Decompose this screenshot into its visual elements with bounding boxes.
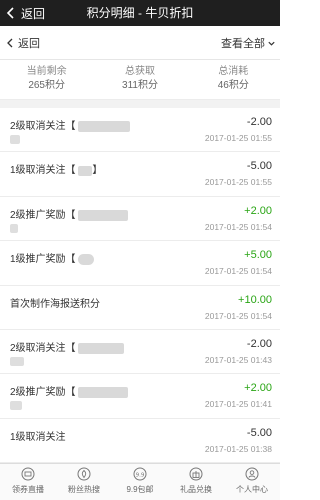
summary-value: 311积分 (122, 80, 158, 91)
record-amount: -2.00 (246, 337, 272, 350)
summary-remaining: 当前剩余 265积分 (0, 60, 93, 99)
record-amount: +2.00 (244, 382, 272, 395)
tab-fan-hot-search[interactable]: 粉丝热搜 (56, 464, 112, 500)
record-desc-wrap: 2级推广奖励【 (10, 206, 129, 221)
record-description: 1级取消关注【 (10, 165, 76, 177)
list-item[interactable]: 2级推广奖励【 +2.00 2017-01-25 01:54 (0, 196, 280, 242)
record-time: 2017-01-25 01:54 (204, 310, 272, 321)
record-description: 2级取消关注【 (10, 342, 76, 354)
summary-label: 总消耗 (218, 66, 249, 77)
summary-value: 265积分 (28, 80, 65, 91)
tab-label: 领券直播 (12, 485, 44, 494)
points-record-list: 2级取消关注【 -2.00 2017-01-25 01:55 1级取消关注【 】… (0, 108, 280, 464)
summary-value: 46积分 (217, 80, 249, 91)
record-amount: +10.00 (238, 293, 272, 306)
tab-label: 个人中心 (236, 485, 268, 494)
summary-spent: 总消耗 46积分 (187, 60, 280, 99)
record-amount: +2.00 (244, 204, 272, 217)
svg-text:9.9: 9.9 (136, 472, 145, 478)
back-button[interactable]: 返回 (0, 0, 60, 26)
redacted-name (78, 120, 131, 132)
redacted-name (78, 254, 95, 266)
list-item[interactable]: 首次制作海报送积分 +10.00 2017-01-25 01:54 (0, 285, 280, 330)
redacted-name (10, 356, 24, 366)
title-bar: 返回 积分明细 - 牛贝折扣 (0, 0, 280, 26)
list-item[interactable]: 2级取消关注【 -2.00 2017-01-25 01:55 (0, 108, 280, 153)
redacted-name (78, 342, 125, 354)
record-desc-wrap: 2级取消关注【 (10, 117, 131, 132)
record-time: 2017-01-25 01:41 (204, 399, 272, 410)
tab-label: 9.9包邮 (126, 485, 154, 494)
bottom-tab-bar: 领券直播 粉丝热搜 9.9 9.9包邮 礼品兑换 个人中心 (0, 463, 280, 500)
gift-icon (189, 467, 203, 481)
list-item[interactable]: 1级取消关注【 】 -5.00 2017-01-25 01:55 (0, 152, 280, 197)
view-all-dropdown[interactable]: 查看全部 (221, 26, 276, 60)
tab-personal-center[interactable]: 个人中心 (224, 464, 280, 500)
redacted-name (10, 135, 20, 144)
user-icon (245, 467, 259, 481)
view-all-label: 查看全部 (221, 38, 265, 50)
tab-label: 礼品兑换 (180, 485, 212, 494)
record-time: 2017-01-25 01:54 (204, 221, 272, 232)
back-arrow-icon (6, 7, 14, 19)
redacted-name (78, 209, 129, 221)
chevron-left-icon (7, 38, 13, 48)
record-desc-wrap: 2级取消关注【 (10, 339, 125, 354)
record-amount: -5.00 (246, 160, 272, 173)
back-label: 返回 (21, 6, 46, 21)
points-summary: 当前剩余 265积分 总获取 311积分 总消耗 46积分 (0, 60, 280, 100)
record-description: 2级推广奖励【 (10, 209, 76, 221)
sub-back-label: 返回 (18, 38, 40, 50)
record-desc-wrap: 2级推广奖励【 (10, 383, 129, 399)
summary-earned: 总获取 311积分 (93, 60, 186, 99)
shipping-icon: 9.9 (133, 467, 147, 481)
record-time: 2017-01-25 01:43 (204, 354, 272, 365)
redacted-name (10, 401, 22, 411)
list-item[interactable]: 2级取消关注【 -2.00 2017-01-25 01:43 (0, 329, 280, 375)
record-description: 首次制作海报送积分 (10, 298, 100, 310)
record-desc-wrap: 1级推广奖励【 (10, 250, 95, 266)
tab-coupon-live[interactable]: 领券直播 (0, 464, 56, 500)
record-time: 2017-01-25 01:54 (204, 266, 272, 277)
coupon-icon (21, 467, 35, 481)
summary-label: 总获取 (124, 66, 155, 77)
record-amount: -2.00 (246, 116, 272, 128)
record-desc-wrap: 1级取消关注【 】 (10, 161, 102, 176)
record-description: 2级取消关注【 (10, 121, 76, 132)
summary-label: 当前剩余 (26, 66, 67, 77)
redacted-name (78, 387, 129, 399)
chevron-down-icon (268, 41, 275, 46)
redacted-name (78, 165, 93, 176)
tab-label: 粉丝热搜 (68, 485, 100, 494)
record-description: 2级推广奖励【 (10, 387, 76, 399)
sub-nav-bar: 返回 查看全部 (0, 26, 280, 60)
record-time: 2017-01-25 01:55 (204, 133, 272, 143)
section-divider (0, 100, 280, 108)
tab-gift-exchange[interactable]: 礼品兑换 (168, 464, 224, 500)
record-time: 2017-01-25 01:38 (204, 443, 272, 454)
list-item[interactable]: 1级推广奖励【 +5.00 2017-01-25 01:54 (0, 241, 280, 286)
tab-free-shipping[interactable]: 9.9 9.9包邮 (112, 464, 168, 500)
redacted-name (10, 223, 18, 233)
record-time: 2017-01-25 01:55 (204, 177, 272, 188)
record-amount: +5.00 (244, 249, 272, 262)
record-amount: -5.00 (246, 426, 272, 439)
list-item[interactable]: 2级推广奖励【 +2.00 2017-01-25 01:41 (0, 374, 280, 419)
bracket-close: 】 (92, 165, 103, 177)
hot-search-icon (77, 467, 91, 481)
list-item[interactable]: 1级取消关注 -5.00 2017-01-25 01:38 (0, 418, 280, 464)
record-description: 1级推广奖励【 (10, 254, 76, 266)
record-description: 1级取消关注 (10, 431, 66, 443)
sub-back-button[interactable]: 返回 (4, 26, 40, 60)
